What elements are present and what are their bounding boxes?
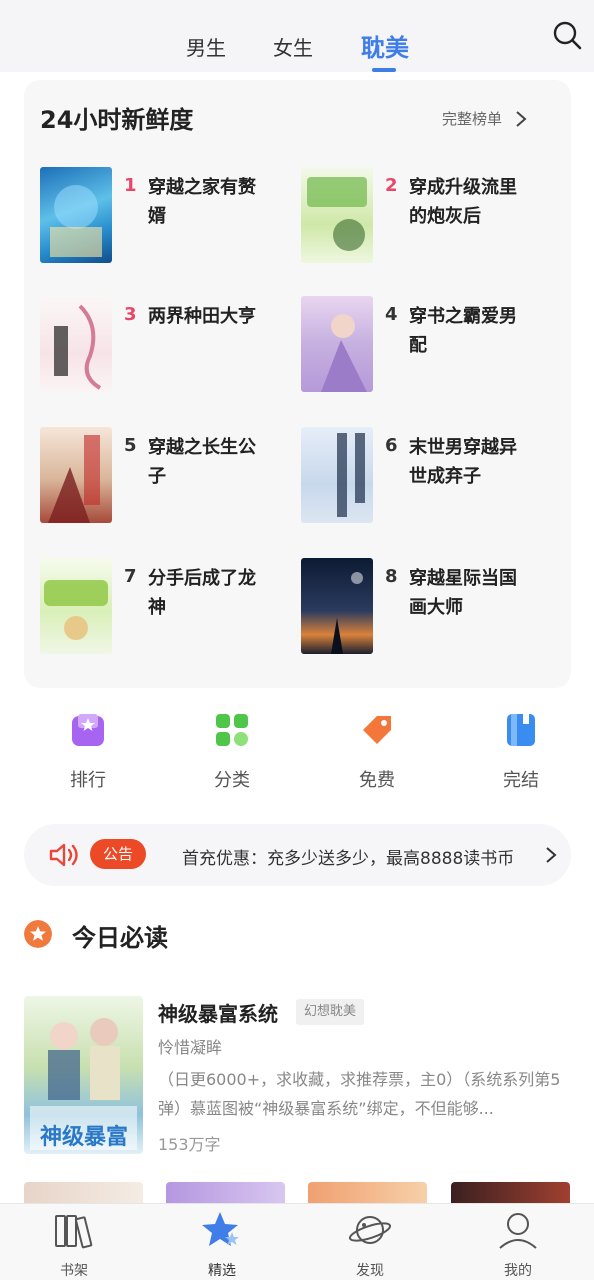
rank-item-6[interactable]: 6 末世男穿越异世成弃子 (301, 427, 561, 527)
book-description: （日更6000+，求收藏，求推荐票，主0）（系统系列第5弹）慕蓝图被“神级暴富系… (158, 1070, 561, 1118)
ranking-card: 24小时新鲜度 完整榜单 1 穿越之家有赘婿 2 穿成升级流里的炮灰后 3 两界… (24, 80, 571, 688)
rank-number: 4 (385, 304, 398, 325)
active-tab-indicator (372, 68, 396, 72)
rank-number: 1 (124, 175, 137, 196)
nav-bookshelf[interactable]: 书架 (24, 1210, 124, 1280)
rank-item-8[interactable]: 8 穿越星际当国画大师 (301, 558, 561, 658)
speaker-icon (49, 843, 78, 867)
rank-number: 6 (385, 435, 398, 456)
rank-item-5[interactable]: 5 穿越之长生公子 (40, 427, 300, 527)
book-title: 穿越之长生公子 (148, 437, 256, 487)
book-cover (40, 558, 112, 654)
book-title: 分手后成了龙神 (148, 568, 256, 618)
nav-label: 发现 (356, 1263, 384, 1279)
rank-number: 5 (124, 435, 137, 456)
featured-star-icon (202, 1212, 239, 1246)
book-cover (40, 427, 112, 523)
book-title: 穿越星际当国画大师 (409, 568, 517, 618)
category-label: 分类 (214, 770, 250, 791)
bottom-navigation: 书架 精选 发现 我的 (0, 1203, 594, 1280)
top-tab-bar: 男生 女生 耽美 (0, 0, 594, 72)
rank-item-2[interactable]: 2 穿成升级流里的炮灰后 (301, 167, 561, 267)
rank-item-7[interactable]: 7 分手后成了龙神 (40, 558, 300, 658)
book-title: 穿越之家有赘婿 (148, 177, 256, 227)
section-title: 今日必读 (72, 924, 168, 952)
nav-discover[interactable]: 发现 (320, 1210, 420, 1280)
nav-label: 书架 (60, 1263, 88, 1279)
rank-number: 3 (124, 304, 137, 325)
category-finished[interactable]: 完结 (481, 712, 561, 792)
nav-label: 我的 (504, 1263, 532, 1279)
book-cover (301, 558, 373, 654)
tab-danmei[interactable]: 耽美 (361, 28, 409, 63)
book-cover-peek[interactable] (24, 1182, 143, 1204)
category-free[interactable]: 免费 (337, 712, 417, 792)
book-title: 穿书之霸爱男配 (409, 306, 517, 356)
nav-label: 精选 (208, 1263, 236, 1279)
category-classify[interactable]: 分类 (192, 712, 272, 792)
rank-star-icon (72, 714, 104, 746)
book-title: 两界种田大亨 (148, 306, 256, 327)
book-title: 穿成升级流里的炮灰后 (409, 177, 517, 227)
book-cover-peek[interactable] (308, 1182, 427, 1204)
tag-icon (363, 716, 391, 744)
rank-item-4[interactable]: 4 穿书之霸爱男配 (301, 296, 561, 396)
book-icon (507, 714, 535, 746)
bookshelf-icon (55, 1215, 93, 1249)
book-cover (40, 167, 112, 263)
genre-tag: 幻想耽美 (296, 999, 365, 1025)
star-badge-icon (24, 920, 52, 948)
featured-book-title[interactable]: 神级暴富系统 (158, 998, 278, 1027)
profile-icon (499, 1213, 537, 1249)
category-grid-icon (216, 714, 248, 746)
book-cover (301, 296, 373, 392)
tab-female[interactable]: 女生 (273, 32, 313, 61)
rank-number: 2 (385, 175, 398, 196)
chevron-right-icon (546, 847, 557, 863)
book-cover (301, 427, 373, 523)
notice-text: 首充优惠：充多少送多少，最高8888读书币 (182, 849, 515, 869)
book-author: 怜惜凝眸 (158, 1038, 223, 1057)
nav-featured[interactable]: 精选 (172, 1210, 272, 1280)
tab-male[interactable]: 男生 (186, 32, 226, 61)
book-cover-peek[interactable] (166, 1182, 285, 1204)
category-label: 排行 (70, 770, 106, 791)
word-count: 153万字 (158, 1135, 221, 1154)
nav-profile[interactable]: 我的 (468, 1210, 568, 1280)
planet-icon (348, 1216, 392, 1244)
notice-bar[interactable]: 公告 首充优惠：充多少送多少，最高8888读书币 (24, 824, 571, 886)
category-rank[interactable]: 排行 (48, 712, 128, 792)
full-ranking-link[interactable]: 完整榜单 (442, 108, 502, 129)
rank-number: 7 (124, 566, 137, 587)
book-cover (301, 167, 373, 263)
category-label: 免费 (359, 770, 395, 791)
search-icon[interactable] (552, 20, 582, 50)
notice-badge: 公告 (90, 839, 146, 869)
svg-text:神级暴富: 神级暴富 (40, 1124, 128, 1150)
rank-item-3[interactable]: 3 两界种田大亨 (40, 296, 300, 396)
rank-item-1[interactable]: 1 穿越之家有赘婿 (40, 167, 300, 267)
book-cover-peek[interactable] (451, 1182, 570, 1204)
rank-number: 8 (385, 566, 398, 587)
featured-book-cover[interactable]: 神级暴富 (24, 996, 143, 1154)
book-title: 末世男穿越异世成弃子 (409, 437, 517, 487)
ranking-title: 24小时新鲜度 (40, 106, 194, 134)
category-label: 完结 (503, 770, 539, 791)
book-cover (40, 296, 112, 392)
chevron-right-icon[interactable] (514, 110, 528, 128)
